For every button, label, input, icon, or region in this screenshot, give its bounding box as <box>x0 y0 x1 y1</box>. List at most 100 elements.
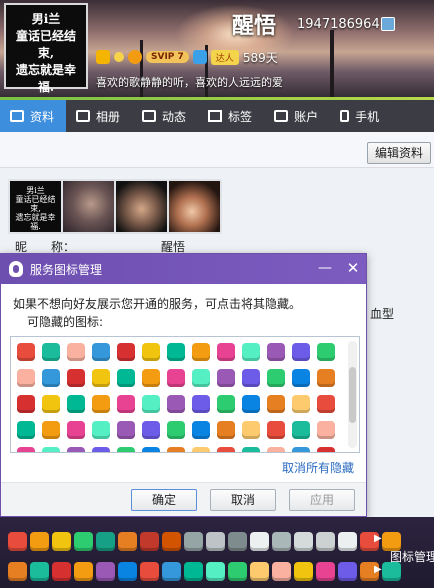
service-icon[interactable] <box>67 395 85 413</box>
service-icon[interactable] <box>217 395 235 413</box>
service-icon[interactable] <box>42 395 60 413</box>
service-icon[interactable] <box>92 447 110 452</box>
service-icon[interactable] <box>184 562 203 581</box>
svip-penguin-icon[interactable] <box>128 50 142 64</box>
service-icon[interactable] <box>167 395 185 413</box>
service-icon[interactable] <box>272 532 291 551</box>
service-icon[interactable] <box>267 343 285 361</box>
photo-thumbnail[interactable] <box>63 181 114 232</box>
service-icon[interactable] <box>67 447 85 452</box>
service-icon[interactable] <box>140 562 159 581</box>
dialog-titlebar[interactable]: 服务图标管理 — ✕ <box>1 254 366 284</box>
service-icon[interactable] <box>228 532 247 551</box>
service-icon[interactable] <box>167 369 185 387</box>
service-icon[interactable] <box>250 532 269 551</box>
service-icon[interactable] <box>292 447 310 452</box>
service-icon[interactable] <box>142 421 160 439</box>
service-icon[interactable] <box>162 532 181 551</box>
service-icon[interactable] <box>250 562 269 581</box>
service-icon[interactable] <box>67 421 85 439</box>
service-icon[interactable] <box>92 369 110 387</box>
scrollbar-thumb[interactable] <box>349 367 356 423</box>
tab-account[interactable]: 账户 <box>264 100 330 132</box>
service-icon[interactable] <box>242 343 260 361</box>
service-icon[interactable] <box>42 447 60 452</box>
service-icon[interactable] <box>96 532 115 551</box>
level-star-icon[interactable] <box>114 52 124 62</box>
service-icon[interactable] <box>17 369 35 387</box>
service-icon[interactable] <box>317 421 335 439</box>
service-icon[interactable] <box>142 369 160 387</box>
triangle-right-icon[interactable]: ▶ <box>374 564 382 575</box>
triangle-right-icon[interactable]: ▶ <box>374 533 382 544</box>
photo-thumbnail[interactable] <box>169 181 220 232</box>
service-icon[interactable] <box>317 343 335 361</box>
tab-album[interactable]: 相册 <box>66 100 132 132</box>
profile-avatar[interactable]: 男i兰 童话已经结 束, 遗忘就是幸 福. <box>4 3 88 94</box>
service-icon[interactable] <box>242 447 260 452</box>
service-icon[interactable] <box>142 447 160 452</box>
service-icon[interactable] <box>17 395 35 413</box>
service-icon[interactable] <box>217 421 235 439</box>
service-icon[interactable] <box>292 395 310 413</box>
signature[interactable]: 喜欢的歌静静的听，喜欢的人远远的爱 <box>96 74 283 90</box>
service-icon[interactable] <box>142 395 160 413</box>
service-icon[interactable] <box>192 447 210 452</box>
service-icon[interactable] <box>8 532 27 551</box>
service-icon[interactable] <box>117 395 135 413</box>
service-icon[interactable] <box>117 447 135 452</box>
service-icon[interactable] <box>142 343 160 361</box>
unhide-all-link[interactable]: 取消所有隐藏 <box>282 459 354 476</box>
service-icon[interactable] <box>267 369 285 387</box>
service-icon[interactable] <box>192 421 210 439</box>
service-icon[interactable] <box>74 532 93 551</box>
service-icon[interactable] <box>294 532 313 551</box>
tab-phone[interactable]: 手机 <box>330 100 391 132</box>
talent-icon[interactable] <box>192 50 207 64</box>
service-icon[interactable] <box>217 343 235 361</box>
service-icon[interactable] <box>8 562 27 581</box>
tab-profile[interactable]: 资料 <box>0 100 67 132</box>
service-icon[interactable] <box>92 421 110 439</box>
service-icon[interactable] <box>30 532 49 551</box>
tab-feed[interactable]: 动态 <box>132 100 198 132</box>
service-icon[interactable] <box>92 395 110 413</box>
service-icon[interactable] <box>242 395 260 413</box>
service-icon[interactable] <box>96 562 115 581</box>
cancel-button[interactable]: 取消 <box>210 489 276 511</box>
service-icon[interactable] <box>338 562 357 581</box>
talent-badge[interactable]: 达人 <box>210 49 239 65</box>
service-icon[interactable] <box>117 343 135 361</box>
service-icon[interactable] <box>267 447 285 452</box>
service-icon[interactable] <box>217 447 235 452</box>
photo-thumbnail[interactable] <box>116 181 167 232</box>
service-icon[interactable] <box>292 343 310 361</box>
service-icon[interactable] <box>294 562 313 581</box>
service-icon[interactable] <box>242 421 260 439</box>
service-icon[interactable] <box>17 447 35 452</box>
service-icon[interactable] <box>206 532 225 551</box>
service-icon[interactable] <box>118 532 137 551</box>
level-crown-icon[interactable] <box>96 50 110 64</box>
service-icon[interactable] <box>292 369 310 387</box>
service-icon[interactable] <box>317 369 335 387</box>
service-icon[interactable] <box>74 562 93 581</box>
service-icon[interactable] <box>292 421 310 439</box>
service-icon[interactable] <box>140 532 159 551</box>
service-icon[interactable] <box>67 343 85 361</box>
service-icon[interactable] <box>192 395 210 413</box>
service-icon[interactable] <box>167 343 185 361</box>
service-icon[interactable] <box>192 343 210 361</box>
service-icon[interactable] <box>117 369 135 387</box>
service-icon[interactable] <box>267 421 285 439</box>
service-icon[interactable] <box>92 343 110 361</box>
icon-manage-link[interactable]: 图标管理 <box>390 548 434 565</box>
photo-thumbnail[interactable]: 男i兰 童话已经结 束, 遗忘就是幸 福. <box>10 181 61 232</box>
service-icon[interactable] <box>316 562 335 581</box>
service-icon[interactable] <box>118 562 137 581</box>
icon-list-scrollbar[interactable] <box>348 341 357 448</box>
service-icon[interactable] <box>162 562 181 581</box>
edit-profile-button[interactable]: 编辑资料 <box>367 142 431 164</box>
service-icon[interactable] <box>167 421 185 439</box>
service-icon[interactable] <box>206 562 225 581</box>
